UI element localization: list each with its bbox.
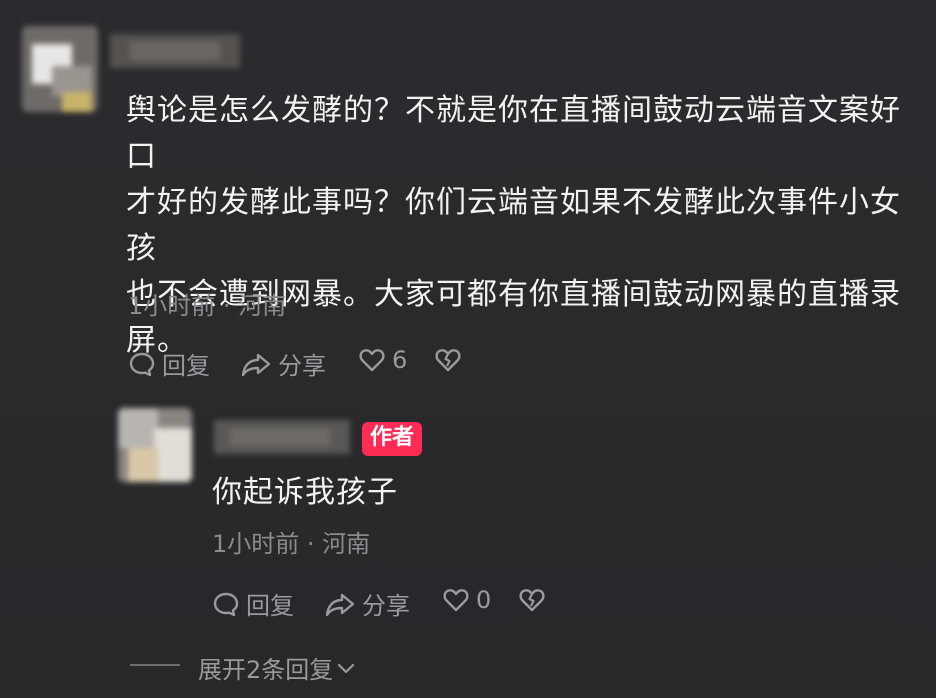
dislike-button[interactable] [434, 346, 462, 374]
reply-dislike-button[interactable] [518, 586, 546, 614]
expand-replies-divider [130, 664, 180, 666]
broken-heart-icon [434, 346, 462, 374]
like-button[interactable]: 6 [358, 346, 407, 374]
comment-text: 舆论是怎么发酵的？不就是你在直播间鼓动云端音文案好口 才好的发酵此事吗？你们云端… [126, 88, 926, 364]
comment-line: 舆论是怎么发酵的？不就是你在直播间鼓动云端音文案好口 [126, 93, 901, 174]
expand-replies-button[interactable]: 展开2条回复 [198, 650, 357, 685]
reply-label: 回复 [162, 352, 210, 380]
reply-reply-button[interactable]: 回复 [212, 586, 294, 621]
share-label: 分享 [362, 592, 410, 620]
reply-share-button[interactable]: 分享 [324, 586, 410, 621]
expand-replies-label: 展开2条回复 [198, 656, 334, 684]
comment-line: 才好的发酵此事吗？你们云端音如果不发酵此次事件小女孩 [126, 185, 901, 266]
share-button[interactable]: 分享 [240, 346, 326, 381]
like-count: 0 [476, 586, 492, 614]
reply-text: 你起诉我孩子 [212, 475, 398, 510]
reply-username-blurred[interactable] [214, 420, 350, 454]
heart-icon [358, 346, 386, 374]
reply-icon [212, 590, 240, 618]
like-count: 6 [392, 346, 408, 374]
reply-like-button[interactable]: 0 [442, 586, 491, 614]
avatar[interactable] [22, 26, 98, 112]
reply-meta: 1小时前 · 河南 [212, 530, 371, 558]
username-blurred[interactable] [110, 34, 240, 68]
broken-heart-icon [518, 586, 546, 614]
share-label: 分享 [278, 352, 326, 380]
reply-button[interactable]: 回复 [128, 346, 210, 381]
reply-avatar[interactable] [118, 408, 192, 482]
author-badge: 作者 [362, 422, 423, 456]
chevron-down-icon [335, 657, 357, 679]
reply-icon [128, 350, 156, 378]
comment-meta: 1小时前 · 河南 [128, 292, 287, 320]
reply-label: 回复 [246, 592, 294, 620]
share-icon [240, 350, 272, 378]
share-icon [324, 590, 356, 618]
heart-icon [442, 586, 470, 614]
